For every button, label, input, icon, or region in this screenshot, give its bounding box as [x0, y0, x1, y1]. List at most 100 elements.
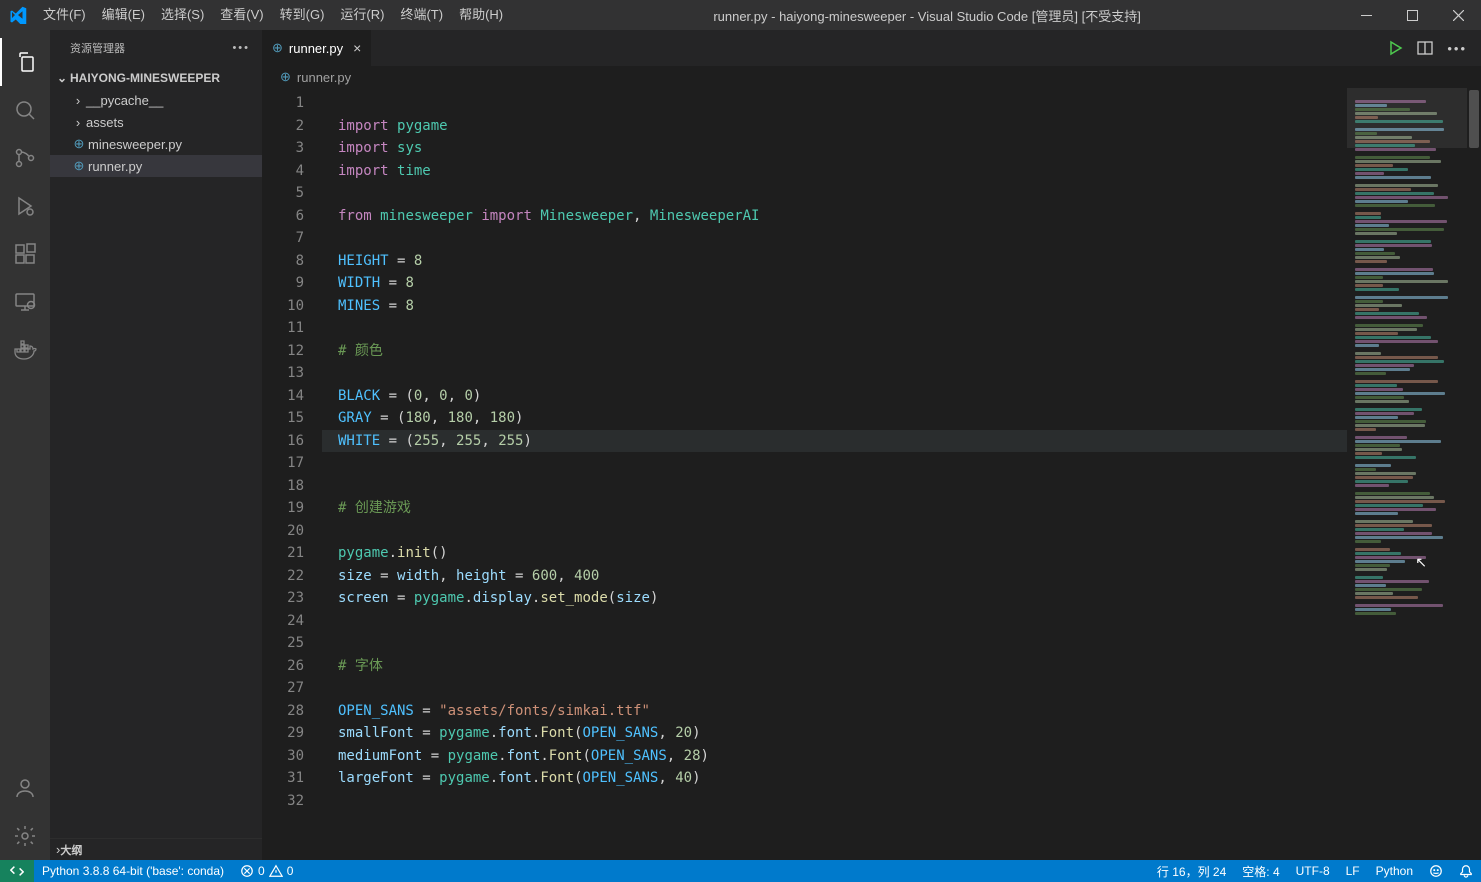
outline-label: 大纲	[60, 842, 82, 858]
split-editor-icon[interactable]	[1417, 40, 1433, 56]
status-feedback-icon[interactable]	[1421, 860, 1451, 882]
code-line[interactable]	[322, 182, 1347, 205]
search-icon[interactable]	[0, 86, 50, 134]
more-icon[interactable]: •••	[232, 42, 250, 54]
code-line[interactable]	[322, 610, 1347, 633]
project-name: HAIYONG-MINESWEEPER	[70, 71, 220, 85]
tabs-bar: ⊕ runner.py × •••	[262, 30, 1481, 66]
settings-gear-icon[interactable]	[0, 812, 50, 860]
code-line[interactable]	[322, 790, 1347, 813]
minimize-button[interactable]	[1343, 0, 1389, 30]
scrollbar-thumb[interactable]	[1469, 90, 1479, 148]
code-line[interactable]	[322, 227, 1347, 250]
menu-item[interactable]: 终端(T)	[392, 0, 451, 30]
menu-item[interactable]: 转到(G)	[272, 0, 333, 30]
close-icon[interactable]: ×	[353, 40, 361, 56]
tree-folder[interactable]: ›__pycache__	[50, 89, 262, 111]
code-line[interactable]	[322, 317, 1347, 340]
tab-runner-py[interactable]: ⊕ runner.py ×	[262, 30, 372, 66]
code-line[interactable]	[322, 677, 1347, 700]
breadcrumb[interactable]: ⊕ runner.py	[262, 66, 1481, 88]
menu-item[interactable]: 选择(S)	[153, 0, 212, 30]
project-root[interactable]: ⌄ HAIYONG-MINESWEEPER	[50, 67, 262, 89]
remote-indicator[interactable]	[0, 860, 34, 882]
python-file-icon: ⊕	[70, 136, 88, 152]
menu-item[interactable]: 查看(V)	[212, 0, 271, 30]
code-line[interactable]: import time	[322, 160, 1347, 183]
code-line[interactable]: # 创建游戏	[322, 497, 1347, 520]
tree-file[interactable]: ⊕minesweeper.py	[50, 133, 262, 155]
explorer-icon[interactable]	[0, 38, 50, 86]
code-line[interactable]: from minesweeper import Minesweeper, Min…	[322, 205, 1347, 228]
remote-explorer-icon[interactable]	[0, 278, 50, 326]
more-icon[interactable]: •••	[1447, 41, 1467, 56]
code-line[interactable]	[322, 362, 1347, 385]
status-encoding[interactable]: UTF-8	[1288, 860, 1338, 882]
code-line[interactable]	[322, 475, 1347, 498]
code-line[interactable]: largeFont = pygame.font.Font(OPEN_SANS, …	[322, 767, 1347, 790]
sidebar-title: 资源管理器 •••	[50, 30, 262, 65]
code-line[interactable]: mediumFont = pygame.font.Font(OPEN_SANS,…	[322, 745, 1347, 768]
code-line[interactable]: smallFont = pygame.font.Font(OPEN_SANS, …	[322, 722, 1347, 745]
maximize-button[interactable]	[1389, 0, 1435, 30]
code-line[interactable]: HEIGHT = 8	[322, 250, 1347, 273]
code-line[interactable]: OPEN_SANS = "assets/fonts/simkai.ttf"	[322, 700, 1347, 723]
folder-name: __pycache__	[86, 93, 163, 108]
code-line[interactable]: screen = pygame.display.set_mode(size)	[322, 587, 1347, 610]
file-name: minesweeper.py	[88, 137, 182, 152]
editor-area: ⊕ runner.py × ••• ⊕ runner.py 1234567891…	[262, 30, 1481, 860]
breadcrumb-file: runner.py	[297, 70, 351, 85]
menu-item[interactable]: 帮助(H)	[451, 0, 511, 30]
code-line[interactable]	[322, 92, 1347, 115]
chevron-right-icon: ›	[70, 93, 86, 108]
code-line[interactable]: # 颜色	[322, 340, 1347, 363]
outline-section[interactable]: › 大纲	[50, 838, 262, 860]
menu-bar: 文件(F)编辑(E)选择(S)查看(V)转到(G)运行(R)终端(T)帮助(H)	[35, 0, 511, 30]
menu-item[interactable]: 运行(R)	[332, 0, 392, 30]
docker-icon[interactable]	[0, 326, 50, 374]
run-debug-icon[interactable]	[0, 182, 50, 230]
extensions-icon[interactable]	[0, 230, 50, 278]
source-control-icon[interactable]	[0, 134, 50, 182]
status-indent[interactable]: 空格: 4	[1234, 860, 1287, 882]
code-line[interactable]: pygame.init()	[322, 542, 1347, 565]
minimap[interactable]: ↖	[1347, 88, 1467, 860]
status-cursor-position[interactable]: 行 16，列 24	[1149, 860, 1234, 882]
activity-bar	[0, 30, 50, 860]
run-icon[interactable]	[1387, 40, 1403, 56]
account-icon[interactable]	[0, 764, 50, 812]
code-line[interactable]	[322, 632, 1347, 655]
code-line[interactable]: WHITE = (255, 255, 255)	[322, 430, 1347, 453]
code-editor[interactable]: import pygameimport sysimport time from m…	[322, 88, 1347, 860]
errors-count: 0	[258, 864, 265, 878]
code-line[interactable]: import sys	[322, 137, 1347, 160]
code-line[interactable]: size = width, height = 600, 400	[322, 565, 1347, 588]
code-line[interactable]: import pygame	[322, 115, 1347, 138]
status-language[interactable]: Python	[1368, 860, 1421, 882]
status-python-env[interactable]: Python 3.8.8 64-bit ('base': conda)	[34, 860, 232, 882]
status-notifications-icon[interactable]	[1451, 860, 1481, 882]
file-tree: ⌄ HAIYONG-MINESWEEPER ›__pycache__›asset…	[50, 65, 262, 177]
python-file-icon: ⊕	[272, 40, 283, 56]
code-line[interactable]: WIDTH = 8	[322, 272, 1347, 295]
code-line[interactable]: BLACK = (0, 0, 0)	[322, 385, 1347, 408]
menu-item[interactable]: 文件(F)	[35, 0, 94, 30]
code-line[interactable]: # 字体	[322, 655, 1347, 678]
close-button[interactable]	[1435, 0, 1481, 30]
window-controls	[1343, 0, 1481, 30]
status-problems[interactable]: 0 0	[232, 860, 301, 882]
status-eol[interactable]: LF	[1338, 860, 1368, 882]
tree-file[interactable]: ⊕runner.py	[50, 155, 262, 177]
python-file-icon: ⊕	[70, 158, 88, 174]
menu-item[interactable]: 编辑(E)	[94, 0, 153, 30]
code-line[interactable]	[322, 520, 1347, 543]
chevron-down-icon: ⌄	[54, 71, 70, 85]
code-line[interactable]	[322, 452, 1347, 475]
status-bar: Python 3.8.8 64-bit ('base': conda) 0 0 …	[0, 860, 1481, 882]
vscode-logo-icon	[0, 6, 35, 24]
tree-folder[interactable]: ›assets	[50, 111, 262, 133]
window-title: runner.py - haiyong-minesweeper - Visual…	[511, 6, 1343, 25]
scrollbar-vertical[interactable]	[1467, 88, 1481, 860]
code-line[interactable]: MINES = 8	[322, 295, 1347, 318]
code-line[interactable]: GRAY = (180, 180, 180)	[322, 407, 1347, 430]
